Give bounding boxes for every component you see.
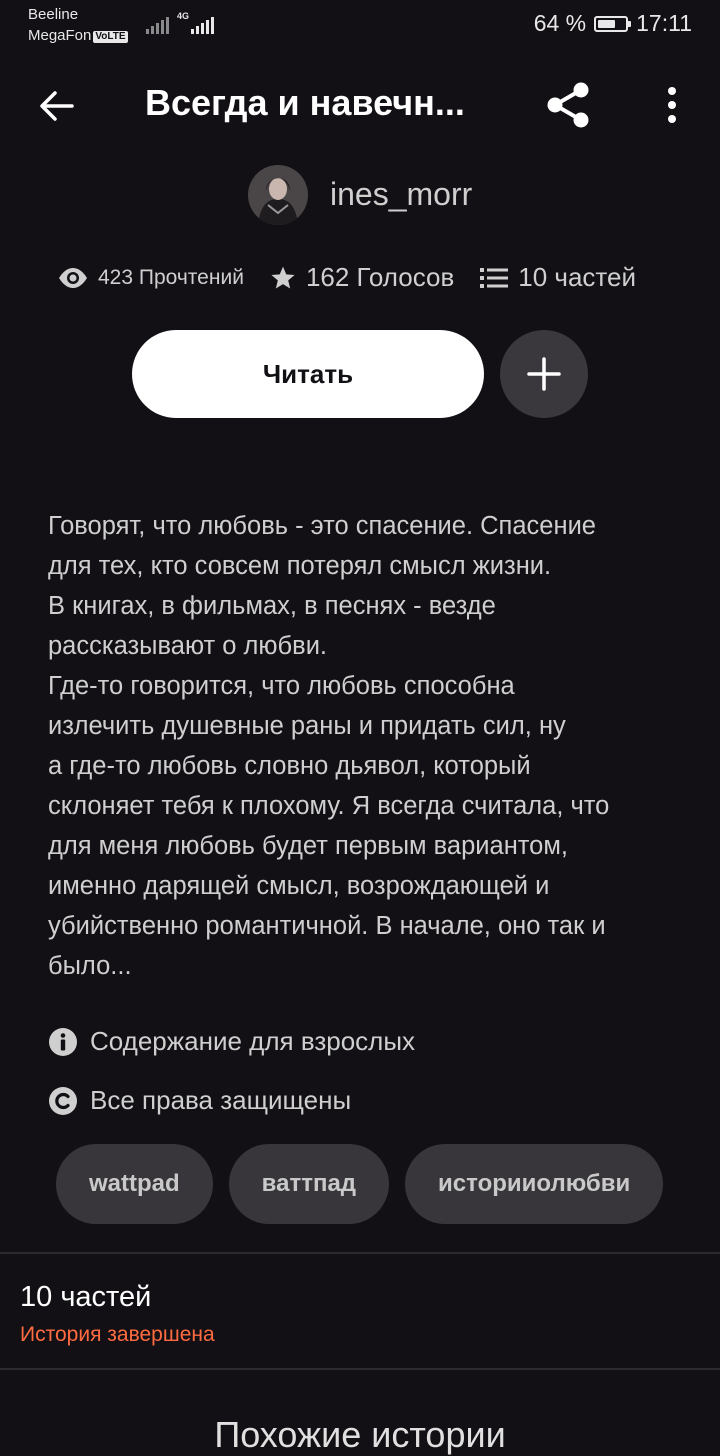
battery-icon	[594, 15, 632, 32]
description-line: Где-то говорится, что любовь способна	[48, 672, 515, 700]
description-line: для меня любовь будет первым вариантом,	[48, 832, 568, 860]
parts-stat: 10 частей	[480, 262, 636, 293]
more-menu-button[interactable]	[652, 80, 692, 130]
signal-icon-2	[191, 12, 215, 34]
eye-icon	[59, 267, 87, 288]
story-stats: 423 Прочтений 162 Голосов 10 частей	[58, 262, 636, 293]
reads-stat: 423 Прочтений	[58, 266, 244, 290]
volte-badge: VoLTE	[93, 31, 128, 43]
tag-chip[interactable]: wattpad	[56, 1144, 213, 1224]
story-description: Говорят, что любовь - это спасение. Спас…	[48, 506, 678, 986]
description-line: было...	[48, 952, 132, 980]
arrow-left-icon	[40, 91, 74, 121]
votes-count: 162 Голосов	[305, 262, 455, 292]
carrier-1: Beeline	[28, 6, 79, 23]
parts-title: 10 частей	[20, 1281, 152, 1313]
list-icon	[480, 267, 509, 288]
copyright-label: Все права защищены	[90, 1085, 352, 1115]
reads-count: 423 Прочтений	[98, 265, 244, 289]
back-button[interactable]	[30, 82, 82, 130]
description-line: рассказывают о любви.	[48, 632, 328, 660]
add-to-library-button[interactable]	[500, 330, 588, 418]
more-vertical-icon	[668, 87, 676, 123]
votes-stat: 162 Голосов	[270, 262, 454, 293]
signal-icon	[146, 12, 169, 34]
copyright-icon	[49, 1086, 77, 1115]
mature-content-label: Содержание для взрослых	[90, 1026, 416, 1056]
carrier-2: MegaFon	[28, 27, 92, 44]
description-line: для тех, кто совсем потерял смысл жизни.	[48, 552, 552, 580]
description-line: склоняет тебя к плохому. Я всегда считал…	[48, 792, 610, 820]
description-line: убийственно романтичной. В начале, оно т…	[48, 912, 606, 940]
description-line: а где-то любовь словно дьявол, который	[48, 752, 531, 780]
signal-indicators: 4G	[146, 11, 215, 34]
description-line: излечить душевные раны и придать сил, ну	[48, 712, 566, 740]
parts-count: 10 частей	[518, 262, 637, 292]
star-icon	[271, 266, 295, 289]
tag-list: wattpad ваттпад историиолюбви	[56, 1144, 664, 1224]
read-button[interactable]: Читать	[132, 330, 484, 418]
info-icon	[49, 1027, 77, 1056]
copyright-notice: Все права защищены	[48, 1085, 351, 1116]
status-right: 64 % 17:11	[534, 10, 692, 37]
divider	[0, 1368, 720, 1370]
plus-icon	[527, 357, 561, 391]
story-title: Всегда и навечн...	[145, 82, 465, 123]
author-username[interactable]: ines_morr	[330, 176, 472, 213]
description-line: В книгах, в фильмах, в песнях - везде	[48, 592, 496, 620]
mature-content-notice[interactable]: Содержание для взрослых	[48, 1026, 415, 1057]
network-type: 4G	[177, 11, 190, 21]
similar-stories-heading: Похожие истории	[214, 1414, 506, 1455]
carrier-info: Beeline MegaFon VoLTE	[28, 4, 128, 46]
clock: 17:11	[636, 10, 692, 36]
avatar-image	[248, 165, 308, 225]
tag-chip[interactable]: ваттпад	[228, 1144, 390, 1224]
story-status: История завершена	[20, 1323, 215, 1346]
share-icon	[547, 82, 589, 128]
battery-percent: 64 %	[533, 10, 587, 36]
author-avatar[interactable]	[248, 165, 308, 225]
share-button[interactable]	[540, 78, 596, 132]
description-line: Говорят, что любовь - это спасение. Спас…	[48, 512, 596, 540]
description-line: именно дарящей смысл, возрождающей и	[48, 872, 550, 900]
tag-chip[interactable]: историиолюбви	[405, 1144, 664, 1224]
battery-fill	[598, 19, 615, 28]
